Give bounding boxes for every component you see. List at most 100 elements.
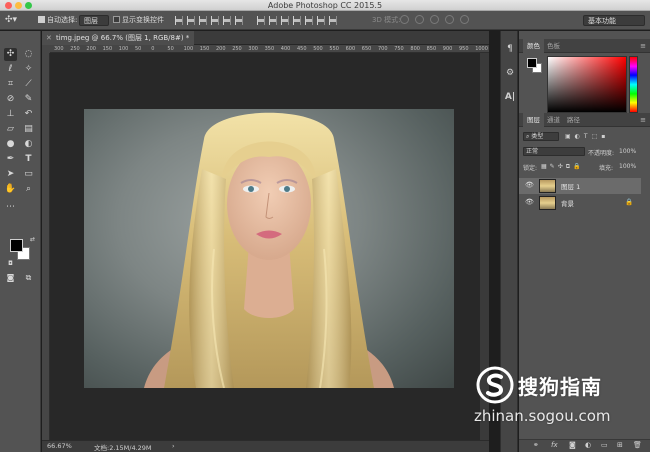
new-layer-icon[interactable]: ⊞ bbox=[617, 441, 623, 449]
ruler-tick-label: 900 bbox=[442, 46, 453, 52]
opacity-value[interactable]: 100% bbox=[619, 148, 636, 155]
magic-wand-icon[interactable]: ✧ bbox=[22, 63, 35, 76]
tab-layers[interactable]: 图层 bbox=[523, 113, 544, 127]
distribute-top-icon[interactable] bbox=[257, 16, 265, 25]
layer-row-background[interactable]: 👁 背景 🔒 bbox=[519, 195, 641, 211]
delete-layer-icon[interactable]: 🗑 bbox=[633, 441, 642, 449]
image-canvas[interactable] bbox=[84, 109, 454, 388]
gradient-icon[interactable]: ▤ bbox=[22, 123, 35, 136]
hand-icon[interactable]: ✋ bbox=[4, 183, 17, 196]
history-brush-icon[interactable]: ↶ bbox=[22, 108, 35, 121]
screen-mode-icon[interactable]: ⧉ bbox=[22, 271, 35, 284]
swap-colors-icon[interactable]: ⇄ bbox=[26, 233, 39, 246]
align-vcenter-icon[interactable] bbox=[187, 16, 195, 25]
vertical-ruler[interactable] bbox=[42, 53, 50, 440]
document-tab[interactable]: ✕ timg.jpeg @ 66.7% (图层 1, RGB/8#) * bbox=[42, 31, 194, 45]
tab-paths[interactable]: 路径 bbox=[563, 113, 584, 127]
ruler-tick-label: 50 bbox=[167, 46, 174, 52]
hue-slider[interactable] bbox=[629, 56, 638, 113]
clone-stamp-icon[interactable]: ⊥ bbox=[4, 108, 17, 121]
layer-filter-icons[interactable]: ▣◐T⬚▪ bbox=[565, 133, 609, 140]
tab-swatches[interactable]: 色板 bbox=[543, 39, 564, 53]
auto-select-dropdown[interactable]: 图层 bbox=[79, 15, 109, 26]
fill-value[interactable]: 100% bbox=[619, 163, 636, 170]
layers-panel-tabs: 图层 通道 路径 ≡ bbox=[519, 113, 650, 127]
dodge-icon[interactable]: ◐ bbox=[22, 138, 35, 151]
tab-channels[interactable]: 通道 bbox=[543, 113, 564, 127]
healing-brush-icon[interactable]: ⊘ bbox=[4, 93, 17, 106]
path-selection-icon[interactable]: ➤ bbox=[4, 168, 17, 181]
distribute-hcenter-icon[interactable] bbox=[305, 16, 313, 25]
link-layers-icon[interactable]: ⚭ bbox=[533, 441, 539, 449]
quick-mask-icon[interactable]: ◙ bbox=[4, 271, 17, 284]
auto-select-checkbox[interactable]: 自动选择: bbox=[38, 15, 77, 26]
status-menu-icon[interactable]: › bbox=[172, 442, 175, 450]
fill-label: 填充: bbox=[599, 165, 614, 172]
ruler-tick-label: 550 bbox=[329, 46, 339, 52]
rectangle-icon[interactable]: ▭ bbox=[22, 168, 35, 181]
status-bar: 66.67% 文档:2.15M/4.29M › bbox=[42, 440, 489, 452]
zoom-level[interactable]: 66.67% bbox=[47, 442, 72, 450]
distribute-bottom-icon[interactable] bbox=[281, 16, 289, 25]
ruler-tick-label: 600 bbox=[345, 46, 356, 52]
character-panel-icon[interactable]: A| bbox=[504, 91, 516, 103]
pan-3d-icon[interactable] bbox=[430, 15, 439, 24]
color-picker-field[interactable] bbox=[547, 56, 627, 113]
align-right-icon[interactable] bbox=[235, 16, 243, 25]
color-panel-foreground-swatch[interactable] bbox=[527, 58, 537, 68]
distribute-right-icon[interactable] bbox=[317, 16, 325, 25]
foreground-color-swatch[interactable] bbox=[10, 239, 23, 252]
slide-3d-icon[interactable] bbox=[445, 15, 454, 24]
orbit-3d-icon[interactable] bbox=[400, 15, 409, 24]
crop-icon[interactable]: ⌗ bbox=[4, 78, 17, 91]
align-left-icon[interactable] bbox=[211, 16, 219, 25]
marquee-icon[interactable]: ◌ bbox=[22, 48, 35, 61]
pen-icon[interactable]: ✒ bbox=[4, 153, 17, 166]
layer-filter-dropdown[interactable]: ⌕ 类型 bbox=[523, 132, 559, 141]
zoom-icon[interactable]: ⌕ bbox=[22, 183, 35, 196]
visibility-eye-icon[interactable]: 👁 bbox=[525, 198, 534, 206]
blur-icon[interactable]: ● bbox=[4, 138, 17, 151]
move-tool-preset-icon[interactable]: ✣▾ bbox=[5, 15, 17, 26]
ruler-origin[interactable] bbox=[42, 45, 50, 53]
new-group-icon[interactable]: ▭ bbox=[601, 441, 608, 449]
distribute-vcenter-icon[interactable] bbox=[269, 16, 277, 25]
layer-row-layer1[interactable]: 👁 图层 1 bbox=[519, 178, 641, 194]
type-icon[interactable]: T bbox=[22, 153, 35, 166]
move-icon[interactable]: ✣ bbox=[4, 48, 17, 61]
portrait-image bbox=[144, 112, 394, 388]
distribute-left-icon[interactable] bbox=[293, 16, 301, 25]
align-hcenter-icon[interactable] bbox=[223, 16, 231, 25]
brush-icon[interactable]: ✎ bbox=[22, 93, 35, 106]
lasso-icon[interactable]: ℓ bbox=[4, 63, 17, 76]
layers-panel-menu-icon[interactable]: ≡ bbox=[640, 116, 646, 124]
more-tools-icon[interactable]: ⋯ bbox=[4, 201, 17, 214]
adjustment-layer-icon[interactable]: ◐ bbox=[585, 441, 591, 449]
ruler-tick-label: 950 bbox=[459, 46, 469, 52]
roll-3d-icon[interactable] bbox=[415, 15, 424, 24]
color-panel-menu-icon[interactable]: ≡ bbox=[640, 42, 646, 50]
workspace-switcher[interactable]: 基本功能 bbox=[583, 15, 645, 26]
show-transform-checkbox[interactable]: 显示变换控件 bbox=[113, 15, 164, 26]
blend-mode-dropdown[interactable]: 正常 bbox=[523, 147, 585, 156]
align-top-icon[interactable] bbox=[175, 16, 183, 25]
history-panel-icon[interactable]: ¶ bbox=[504, 43, 516, 55]
horizontal-ruler[interactable]: 300 250 200 150 100 50 0 50 100 150 200 250 300 350 40… bbox=[50, 45, 489, 53]
layer-thumbnail bbox=[539, 196, 556, 210]
align-bottom-icon[interactable] bbox=[199, 16, 207, 25]
visibility-eye-icon[interactable]: 👁 bbox=[525, 181, 534, 189]
tab-color[interactable]: 颜色 bbox=[523, 39, 544, 53]
scale-3d-icon[interactable] bbox=[460, 15, 469, 24]
opacity-label: 不透明度: bbox=[588, 150, 615, 157]
add-mask-icon[interactable]: ◙ bbox=[569, 441, 576, 449]
auto-align-icon[interactable] bbox=[329, 16, 337, 25]
tools-panel: ✣ ◌ ℓ ✧ ⌗ ⟋ ⊘ ✎ ⊥ ↶ ▱ ▤ ● ◐ ✒ T ➤ ▭ ✋ ⌕ … bbox=[0, 31, 41, 452]
eraser-icon[interactable]: ▱ bbox=[4, 123, 17, 136]
watermark: 搜狗指南 zhinan.sogou.com bbox=[474, 364, 644, 425]
properties-panel-icon[interactable]: ⚙ bbox=[504, 67, 516, 79]
default-colors-icon[interactable]: ◘ bbox=[4, 257, 17, 270]
layer-style-icon[interactable]: fx bbox=[551, 441, 558, 449]
close-tab-icon[interactable]: ✕ bbox=[46, 31, 52, 45]
eyedropper-icon[interactable]: ⟋ bbox=[22, 78, 35, 91]
lock-icons[interactable]: ▦✎✣⧉🔒 bbox=[541, 163, 583, 171]
